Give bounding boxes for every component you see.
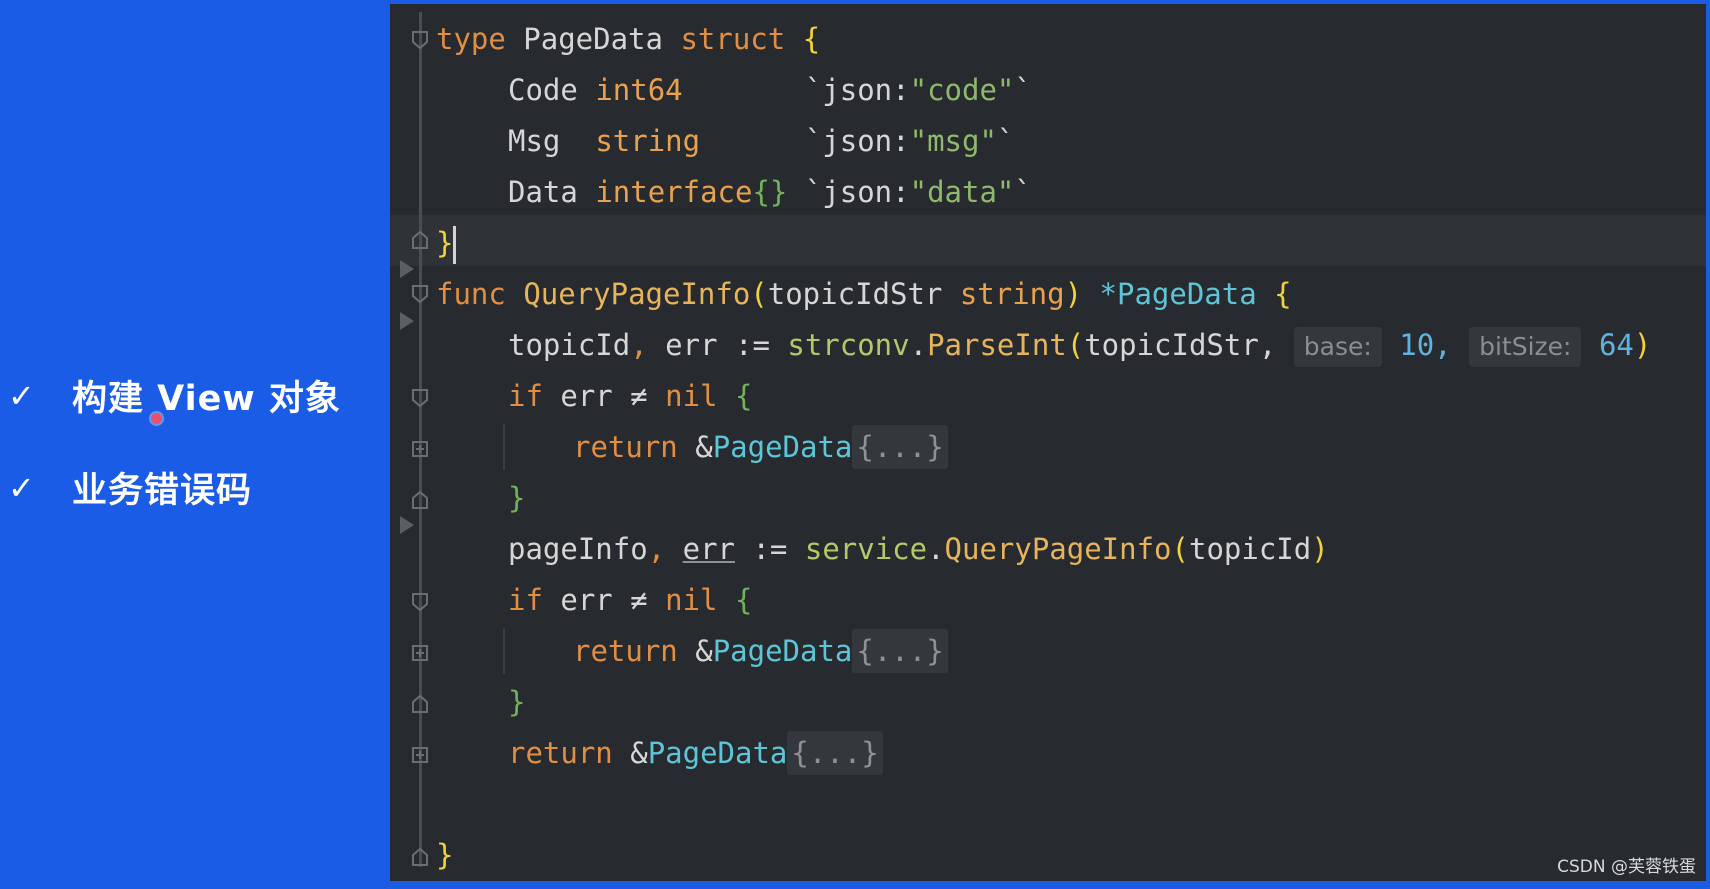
watermark: CSDN @芙蓉铁蛋 [1557,857,1696,877]
code-line-8: if err ≠ nil { [508,379,753,413]
code-line-3: Msg string `json:"msg"` [508,124,1015,158]
current-line-highlight [390,215,1706,266]
code-line-15: return &PageData {...} [508,728,883,778]
code-line-5: } [436,218,457,268]
code-line-10: } [508,481,526,515]
code-line-9: return &PageData {...} [573,422,948,472]
code-line-12: if err ≠ nil { [508,583,753,617]
fold-end-icon[interactable] [411,490,429,510]
code-line-1: type PageData struct { [436,22,821,56]
param-hint-base: base: [1293,327,1382,367]
folded-region[interactable]: {...} [852,425,948,469]
run-gutter-icon[interactable] [400,312,414,330]
run-gutter-icon[interactable] [400,516,414,534]
checkmark-icon: ✓ [8,468,35,507]
indent-guide [503,628,505,674]
code-line-6: func QueryPageInfo(topicIdStr string) *P… [436,277,1292,311]
fold-end-icon[interactable] [411,694,429,714]
code-line-4: Data interface{} `json:"data"` [508,175,1032,209]
code-line-2: Code int64 `json:"code"` [508,73,1032,107]
expand-icon[interactable] [411,745,429,765]
run-gutter-icon[interactable] [400,260,414,278]
bullet-text: 业务错误码 [72,471,253,511]
code-line-11: pageInfo, err := service.QueryPageInfo(t… [508,532,1329,566]
param-hint-bitsize: bitSize: [1469,327,1582,367]
bullet-item-build-view: ✓ 构建 View 对象 [8,370,341,421]
fold-start-icon[interactable] [411,284,429,304]
code-line-7: topicId, err := strconv.ParseInt(topicId… [508,320,1651,370]
bullet-text: 构建 View 对象 [72,379,341,419]
bullet-item-error-code: ✓ 业务错误码 [8,462,252,513]
checkmark-icon: ✓ [8,376,35,415]
fold-start-icon[interactable] [411,388,429,408]
laser-pointer-icon [151,413,162,424]
code-line-13: return &PageData {...} [573,626,948,676]
code-line-16: } [436,838,454,872]
fold-end-icon[interactable] [411,230,429,250]
folded-region[interactable]: {...} [852,629,948,673]
fold-start-icon[interactable] [411,30,429,50]
slide-bullets-panel: ✓ 构建 View 对象 ✓ 业务错误码 [0,0,390,889]
code-line-14: } [508,685,526,719]
folded-region[interactable]: {...} [787,731,883,775]
fold-end-icon[interactable] [411,847,429,867]
expand-icon[interactable] [411,439,429,459]
code-editor[interactable]: type PageData struct { Code int64 `json:… [390,4,1706,881]
fold-start-icon[interactable] [411,592,429,612]
expand-icon[interactable] [411,643,429,663]
indent-guide [503,424,505,470]
text-cursor [453,226,457,264]
